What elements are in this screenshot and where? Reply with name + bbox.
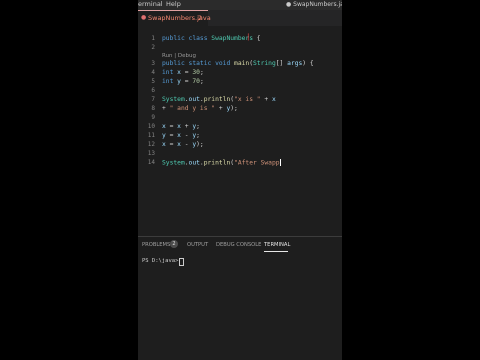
run-debug-codelens[interactable]: Run | Debug bbox=[162, 53, 196, 59]
terminal-prompt[interactable]: PS D:\java> bbox=[142, 258, 178, 264]
active-tab-indicator bbox=[264, 251, 288, 252]
code-editor[interactable]: 1 public class SwapNumbers { 2 Run | Deb… bbox=[138, 30, 342, 236]
line-number: 3 bbox=[151, 60, 155, 67]
line-number: 11 bbox=[147, 132, 155, 139]
code-line-11: y = x - y; bbox=[162, 132, 200, 139]
line-number: 7 bbox=[151, 96, 155, 103]
text-cursor bbox=[279, 159, 281, 166]
editor-tab-bar: ● SwapNumbers.java 2 bbox=[138, 10, 342, 26]
vscode-window: erminal Help ● SwapNumbers.java - ● Swap… bbox=[138, 0, 342, 360]
tab-problems[interactable]: PROBLEMS bbox=[142, 242, 170, 248]
code-line-12: x = x - y); bbox=[162, 141, 204, 148]
tab-output[interactable]: OUTPUT bbox=[187, 242, 208, 248]
tab-debug-console[interactable]: DEBUG CONSOLE bbox=[216, 242, 261, 248]
java-file-icon: ● bbox=[141, 14, 147, 21]
menu-help[interactable]: Help bbox=[166, 0, 181, 9]
menu-bar: erminal Help ● SwapNumbers.java - bbox=[138, 0, 342, 10]
bottom-panel: PROBLEMS 2 OUTPUT DEBUG CONSOLE TERMINAL… bbox=[138, 236, 342, 360]
problems-count-badge: 2 bbox=[170, 240, 178, 248]
code-line-8: + " and y is " + y); bbox=[162, 105, 238, 112]
error-marker: ▏ bbox=[248, 34, 253, 41]
code-line-4: int x = 30; bbox=[162, 69, 204, 76]
window-title: ● SwapNumbers.java - bbox=[286, 1, 342, 8]
line-number: 9 bbox=[151, 114, 155, 121]
line-number: 10 bbox=[147, 123, 155, 130]
tab-terminal[interactable]: TERMINAL bbox=[264, 242, 290, 248]
line-number: 2 bbox=[151, 44, 155, 51]
line-number: 6 bbox=[151, 87, 155, 94]
line-number: 5 bbox=[151, 78, 155, 85]
line-number: 12 bbox=[147, 141, 155, 148]
menu-terminal[interactable]: erminal bbox=[138, 0, 163, 9]
code-line-3: public static void main(String[] args) { bbox=[162, 60, 314, 67]
code-line-5: int y = 70; bbox=[162, 78, 204, 85]
line-number: 1 bbox=[151, 35, 155, 42]
line-number: 14 bbox=[147, 159, 155, 166]
code-line-14: System.out.println("After Swapp bbox=[162, 159, 281, 167]
line-number: 8 bbox=[151, 105, 155, 112]
line-number: 4 bbox=[151, 69, 155, 76]
terminal-cursor bbox=[179, 258, 184, 266]
tab-swapnumbers-java[interactable]: ● SwapNumbers.java 2 bbox=[138, 10, 211, 26]
code-line-10: x = x + y; bbox=[162, 123, 200, 130]
tab-problem-count: 2 bbox=[198, 14, 203, 22]
line-number: 13 bbox=[147, 150, 155, 157]
code-line-7: System.out.println("x is " + x bbox=[162, 96, 276, 103]
code-line-1: public class SwapNumbers { bbox=[162, 35, 261, 42]
